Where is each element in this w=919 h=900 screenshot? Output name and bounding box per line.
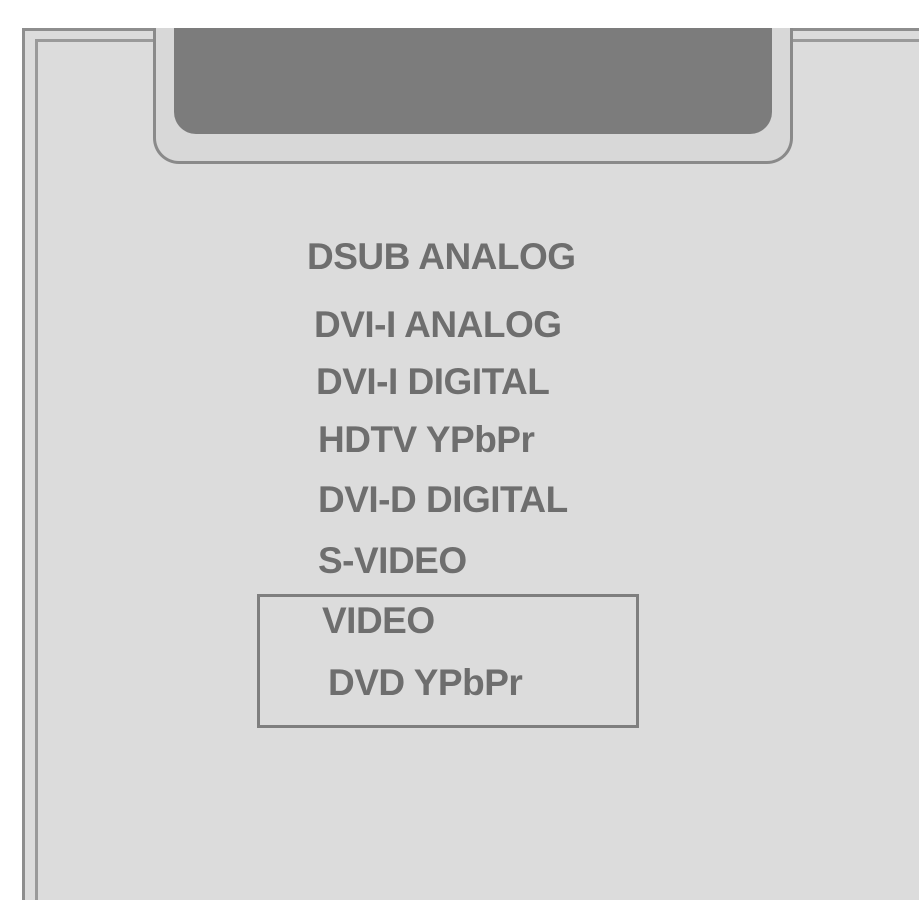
source-option-dvi-d-digital[interactable]: DVI-D DIGITAL	[318, 479, 568, 521]
source-option-s-video[interactable]: S-VIDEO	[318, 540, 467, 582]
source-option-hdtv-ypbpr[interactable]: HDTV YPbPr	[318, 419, 535, 461]
source-option-dvi-i-analog[interactable]: DVI-I ANALOG	[314, 304, 562, 346]
source-option-dvi-i-digital[interactable]: DVI-I DIGITAL	[316, 361, 550, 403]
source-option-dvd-ypbpr[interactable]: DVD YPbPr	[328, 662, 523, 704]
selected-sources-box	[257, 594, 639, 728]
input-source-list: DSUB ANALOG DVI-I ANALOG DVI-I DIGITAL H…	[0, 0, 919, 900]
source-option-video[interactable]: VIDEO	[322, 600, 435, 642]
input-source-diagram: DSUB ANALOG DVI-I ANALOG DVI-I DIGITAL H…	[0, 0, 919, 900]
source-option-dsub-analog[interactable]: DSUB ANALOG	[307, 236, 576, 278]
